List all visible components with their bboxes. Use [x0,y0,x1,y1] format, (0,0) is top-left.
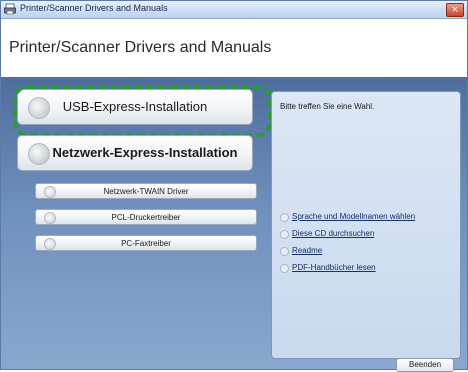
app-header: Printer/Scanner Drivers and Manuals [1,19,467,76]
printer-app-icon [4,3,16,15]
page-title: Printer/Scanner Drivers and Manuals [9,39,272,56]
info-panel: Bitte treffen Sie eine Wahl. Sprache und… [271,91,461,359]
language-model-link[interactable]: Sprache und Modellnamen wählen [292,212,415,221]
network-express-installation-label: Netzwerk-Express-Installation [52,145,238,160]
network-express-installation-button[interactable]: Netzwerk-Express-Installation [17,135,253,171]
window-title: Printer/Scanner Drivers and Manuals [20,3,168,13]
pcl-printer-driver-label: PCL-Druckertreiber [111,213,181,222]
pcl-printer-driver-button[interactable]: PCL-Druckertreiber [35,209,257,225]
close-icon: × [451,5,459,15]
pdf-manuals-link[interactable]: PDF-Handbücher lesen [292,263,376,272]
readme-link[interactable]: Readme [292,246,322,255]
window-close-button[interactable]: × [446,3,464,17]
radio-bullet-icon [280,230,289,239]
network-twain-driver-button[interactable]: Netzwerk-TWAIN Driver [35,183,257,199]
network-twain-driver-label: Netzwerk-TWAIN Driver [103,187,189,196]
radio-bullet-icon [280,213,289,222]
radio-bullet-icon [280,247,289,256]
radio-bullet-icon [280,264,289,273]
selection-highlight [13,85,272,137]
browse-cd-link[interactable]: Diese CD durchsuchen [292,229,374,238]
title-bar[interactable]: Printer/Scanner Drivers and Manuals × [1,1,467,19]
pc-fax-driver-label: PC-Faxtreiber [121,239,171,248]
installer-window: Printer/Scanner Drivers and Manuals × Pr… [0,0,468,372]
selection-prompt: Bitte treffen Sie eine Wahl. [280,102,375,111]
pc-fax-driver-button[interactable]: PC-Faxtreiber [35,235,257,251]
